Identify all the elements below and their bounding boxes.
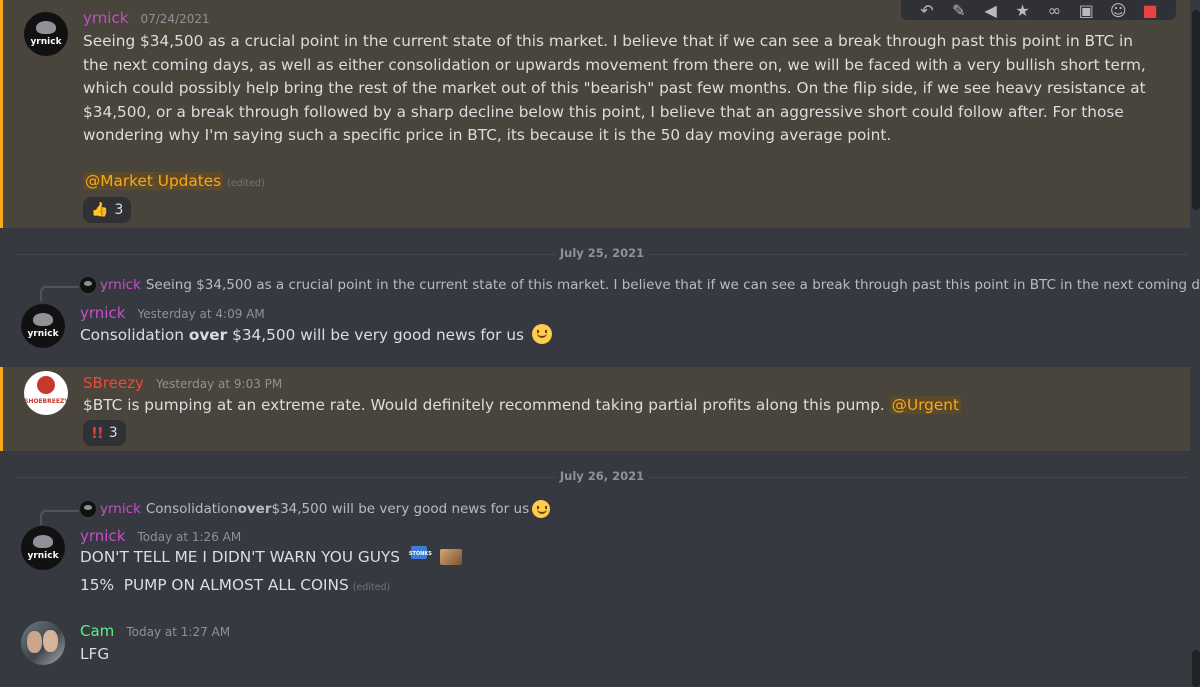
slightly-smiling-face-icon	[532, 500, 551, 518]
edited-label: (edited)	[352, 582, 391, 593]
reply-text: Consolidation	[145, 501, 238, 517]
message-line-2: 15% PUMP ON ALMOST ALL COINS	[80, 576, 349, 594]
message-header: yrnick Yesterday at 4:09 AM	[80, 303, 265, 322]
message-yrnick-3[interactable]: yrnick yrnick Today at 1:26 AM DON'T TEL…	[0, 522, 1190, 604]
timestamp: Today at 1:26 AM	[137, 530, 242, 544]
reply-author[interactable]: yrnick	[100, 501, 141, 517]
reply-text-bold: over	[237, 501, 272, 517]
mention-line: @Market Updates (edited)	[83, 170, 265, 196]
message-yrnick-1[interactable]: yrnick yrnick 07/24/2021 Seeing $34,500 …	[0, 0, 1190, 228]
slightly-smiling-face-icon	[531, 324, 552, 344]
message-text: Seeing $34,500 as a crucial point in the…	[83, 32, 1146, 144]
reaction-count: 3	[108, 425, 118, 441]
message-text: Consolidation	[80, 326, 189, 344]
reply-avatar	[80, 277, 96, 293]
message-sbreezy[interactable]: SHOEBREEZY SBreezy Yesterday at 9:03 PM …	[0, 367, 1190, 451]
role-mention[interactable]: @Market Updates	[83, 172, 224, 190]
message-text: $BTC is pumping at an extreme rate. Woul…	[83, 396, 885, 414]
username[interactable]: yrnick	[80, 304, 125, 322]
copy-id-icon[interactable]: ▣	[1075, 0, 1097, 20]
edited-label: (edited)	[227, 178, 265, 189]
reply-author[interactable]: yrnick	[100, 277, 141, 293]
scrollbar[interactable]	[1192, 10, 1200, 210]
username[interactable]: yrnick	[83, 9, 128, 27]
username[interactable]: yrnick	[80, 527, 125, 545]
avatar-label: yrnick	[27, 551, 59, 561]
reply-avatar	[80, 501, 96, 517]
reply-text: $34,500 will be very good news for us	[271, 501, 530, 517]
message-cam[interactable]: Cam Today at 1:27 AM LFG	[0, 618, 1190, 678]
message-line-1: DON'T TELL ME I DIDN'T WARN YOU GUYS	[80, 548, 401, 566]
message-content: DON'T TELL ME I DIDN'T WARN YOU GUYS	[80, 543, 462, 570]
avatar[interactable]: yrnick	[21, 304, 65, 348]
delete-icon[interactable]: ■	[1139, 0, 1161, 20]
message-text-bold: over	[188, 326, 228, 344]
role-mention[interactable]: @Urgent	[889, 396, 961, 414]
message-header: SBreezy Yesterday at 9:03 PM	[83, 373, 282, 392]
username[interactable]: SBreezy	[83, 374, 144, 392]
message-content: 15% PUMP ON ALMOST ALL COINS (edited)	[80, 574, 390, 600]
message-text: $34,500 will be very good news for us	[227, 326, 524, 344]
reaction-double-exclamation[interactable]: !! 3	[83, 420, 126, 446]
message-yrnick-2[interactable]: yrnick yrnick Yesterday at 4:09 AM Conso…	[0, 298, 1190, 356]
reply-icon[interactable]: ↶	[916, 0, 938, 20]
date-divider: July 25, 2021	[16, 246, 1188, 260]
message-content: Seeing $34,500 as a crucial point in the…	[83, 30, 1153, 148]
avatar[interactable]: yrnick	[24, 12, 68, 56]
reply-preview[interactable]: yrnick Consolidation over $34,500 will b…	[80, 500, 551, 518]
message-actions-toolbar: ↶ ✎ ◀ ★ ∞ ▣ ☺ ■	[901, 0, 1176, 20]
avatar[interactable]	[21, 621, 65, 665]
message-header: yrnick 07/24/2021	[83, 8, 210, 27]
stonks-emoji-icon	[409, 543, 435, 567]
message-header: Cam Today at 1:27 AM	[80, 621, 230, 640]
username[interactable]: Cam	[80, 622, 114, 640]
timestamp: Yesterday at 4:09 AM	[137, 307, 265, 321]
pin-icon[interactable]: ★	[1012, 0, 1034, 20]
date-divider-label: July 26, 2021	[554, 469, 650, 483]
add-reaction-icon[interactable]: ☺	[1107, 0, 1129, 20]
double-exclamation-icon: !!	[91, 424, 104, 442]
custom-emoji-icon	[439, 549, 462, 565]
reply-preview[interactable]: yrnick Seeing $34,500 as a crucial point…	[80, 277, 1200, 293]
timestamp: Today at 1:27 AM	[126, 625, 231, 639]
date-divider: July 26, 2021	[16, 469, 1188, 483]
message-content: Consolidation over $34,500 will be very …	[80, 324, 552, 348]
scrollbar[interactable]	[1192, 650, 1200, 687]
avatar-label: SHOEBREEZY	[24, 398, 68, 405]
message-content: LFG	[80, 643, 109, 667]
reaction-thumbs-up[interactable]: 👍 3	[83, 197, 132, 223]
avatar[interactable]: yrnick	[21, 526, 65, 570]
message-text: LFG	[80, 645, 110, 663]
avatar-label: yrnick	[30, 37, 62, 47]
timestamp: 07/24/2021	[140, 12, 210, 26]
message-content: $BTC is pumping at an extreme rate. Woul…	[83, 394, 961, 418]
copy-link-icon[interactable]: ∞	[1043, 0, 1065, 20]
message-header: yrnick Today at 1:26 AM	[80, 526, 241, 545]
reply-text: Seeing $34,500 as a crucial point in the…	[145, 277, 1200, 293]
avatar-label: yrnick	[27, 329, 59, 339]
date-divider-label: July 25, 2021	[554, 246, 650, 260]
thumbs-up-icon: 👍	[91, 202, 109, 218]
avatar[interactable]: SHOEBREEZY	[24, 371, 68, 415]
mark-unread-icon[interactable]: ◀	[980, 0, 1002, 20]
edit-icon[interactable]: ✎	[948, 0, 970, 20]
reaction-count: 3	[114, 202, 124, 218]
timestamp: Yesterday at 9:03 PM	[155, 377, 283, 391]
